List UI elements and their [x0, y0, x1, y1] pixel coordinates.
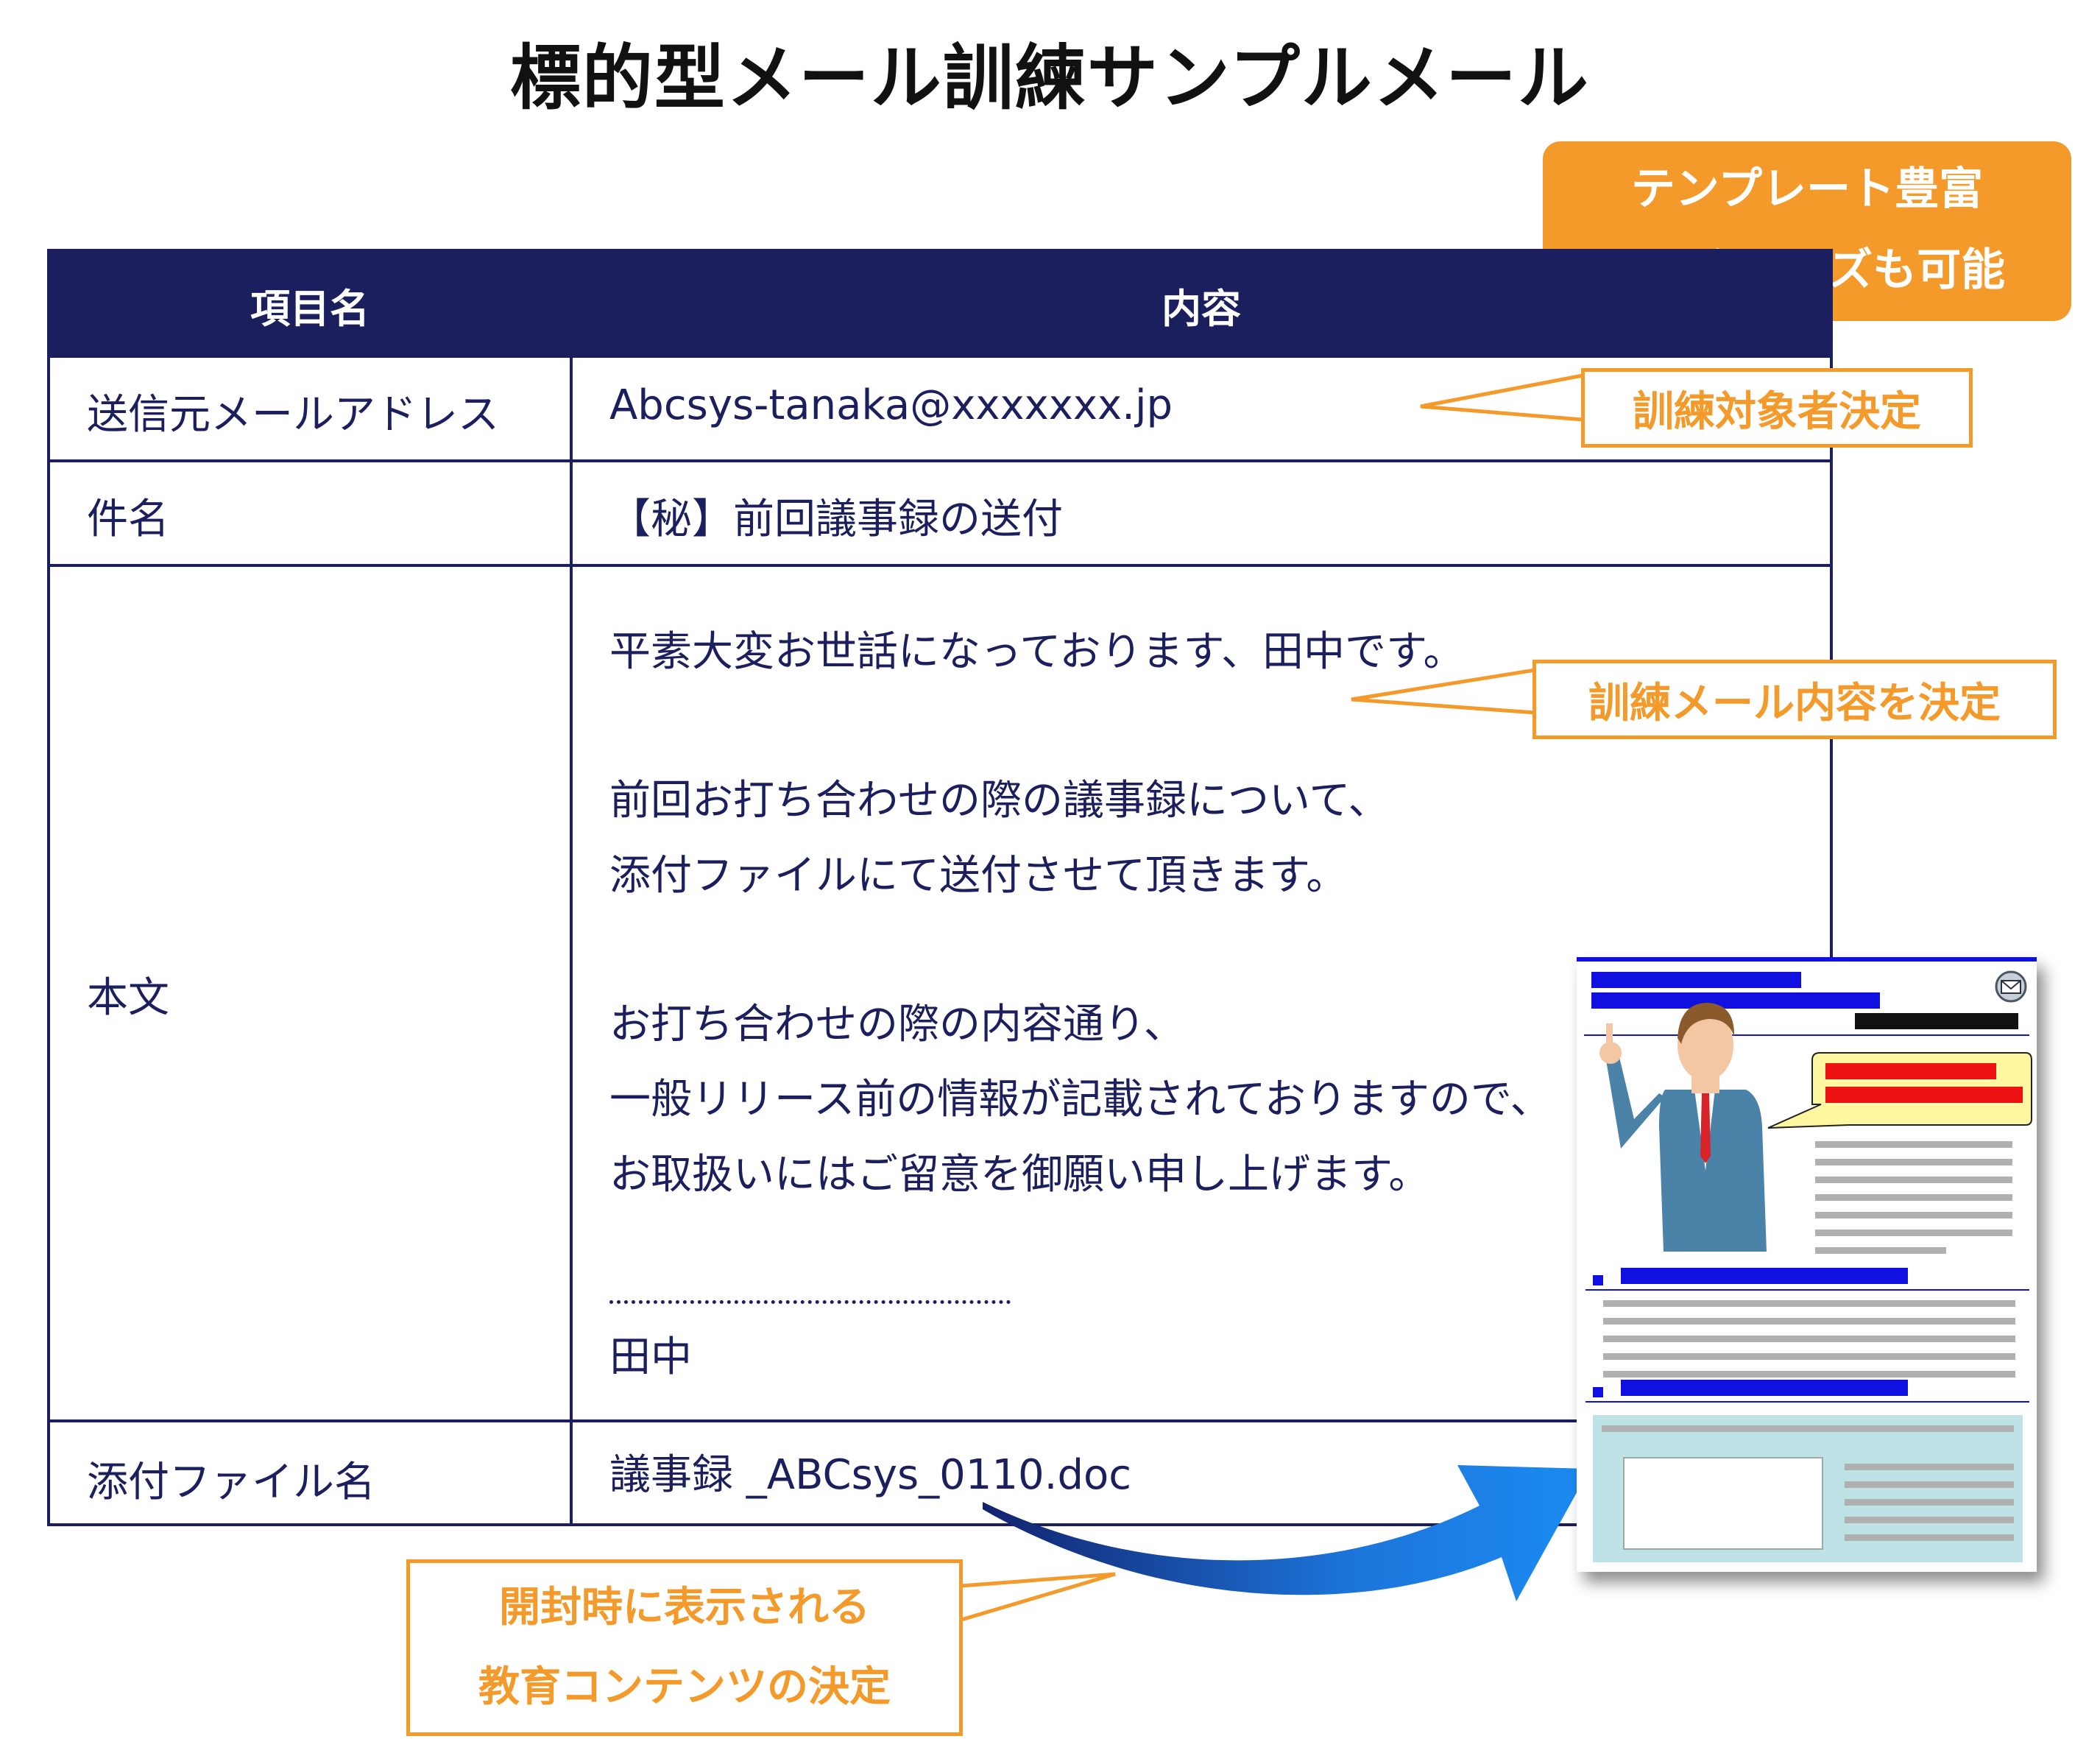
education-page-preview: [1577, 957, 2037, 1572]
education-callout-tail: [961, 1572, 1116, 1622]
target-callout: 訓練対象者決定: [1581, 368, 1973, 448]
education-callout: 開封時に表示される 教育コンテンツの決定: [406, 1559, 963, 1736]
education-callout-line1: 開封時に表示される: [499, 1584, 870, 1632]
education-page-mock: [1577, 957, 2037, 1562]
content-callout-tail: [1351, 668, 1536, 715]
businessman-pointing-icon: [1599, 1003, 1767, 1252]
mail-icon: [1995, 970, 2027, 1003]
education-callout-line2: 教育コンテンツの決定: [478, 1663, 891, 1711]
content-callout: 訓練メール内容を決定: [1532, 660, 2057, 739]
target-callout-tail: [1420, 373, 1583, 422]
